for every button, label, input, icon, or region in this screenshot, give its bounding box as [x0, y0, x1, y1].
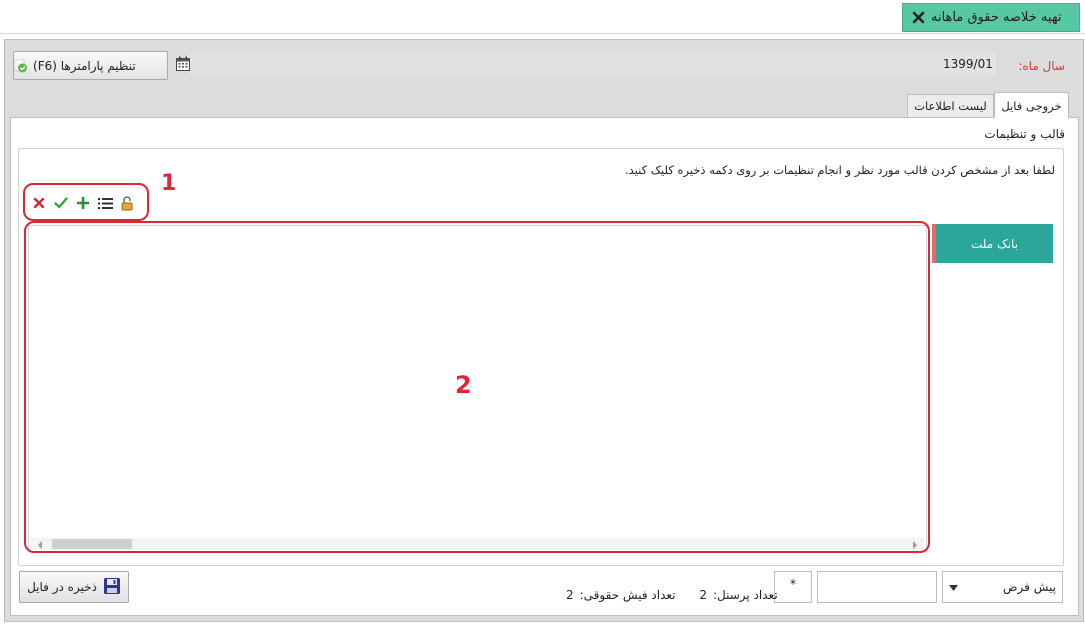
- settings-parameters-button[interactable]: تنظیم پارامترها (F6): [13, 51, 168, 80]
- tab-strip-divider: [0, 33, 1085, 34]
- format-select[interactable]: پیش فرض: [942, 571, 1063, 603]
- tab-file-output-label: خروجی فایل: [1001, 98, 1062, 113]
- tab-file-output[interactable]: خروجی فایل: [994, 92, 1069, 118]
- section-title: قالب و تنظیمات: [984, 127, 1065, 141]
- floppy-disk-icon: [103, 577, 121, 598]
- window-tab[interactable]: تهیه خلاصه حقوق ماهانه: [902, 3, 1080, 32]
- annotation-label-2: 2: [455, 371, 472, 399]
- personnel-count-label: تعداد پرسنل:: [712, 588, 778, 602]
- list-icon[interactable]: [97, 195, 113, 211]
- bank-name: بانک ملت: [970, 236, 1019, 251]
- settings-button-label: تنظیم پارامترها (F6): [33, 58, 136, 73]
- payslip-count-label: تعداد فیش حقوقی:: [579, 588, 676, 602]
- payslip-count: 2: [566, 588, 574, 602]
- check-icon[interactable]: [53, 195, 69, 211]
- personnel-count: 2: [699, 588, 707, 602]
- window-tab-title: تهیه خلاصه حقوق ماهانه: [931, 10, 1062, 25]
- close-icon[interactable]: [31, 195, 47, 211]
- instruction-text: لطفا بعد از مشخص کردن قالب مورد نظر و ان…: [625, 163, 1055, 177]
- close-icon[interactable]: [911, 11, 925, 25]
- tab-info-list-label: لیست اطلاعات: [914, 99, 987, 113]
- check-circle-icon: [13, 58, 28, 73]
- calendar-icon[interactable]: [175, 56, 191, 72]
- plus-icon[interactable]: [75, 195, 91, 211]
- text-field[interactable]: [817, 571, 937, 603]
- counts-summary: تعداد پرسنل: 2 تعداد فیش حقوقی: 2: [560, 588, 778, 602]
- save-button-label: ذخیره در فایل: [27, 580, 97, 594]
- format-select-value: پیش فرض: [1003, 580, 1056, 594]
- annotation-label-1: 1: [161, 171, 177, 196]
- year-month-value: 1399/01: [943, 57, 993, 71]
- save-to-file-button[interactable]: ذخیره در فایل: [19, 571, 129, 603]
- asterisk-field[interactable]: *: [774, 571, 812, 603]
- year-month-label: سال ماه:: [1018, 59, 1065, 73]
- lock-icon[interactable]: [119, 195, 135, 211]
- tab-info-list[interactable]: لیست اطلاعات: [907, 94, 994, 117]
- bank-list-item[interactable]: بانک ملت: [932, 224, 1053, 263]
- chevron-down-icon: [949, 580, 958, 594]
- year-month-field[interactable]: 1399/01: [190, 53, 996, 75]
- grid-highlight: [24, 221, 930, 553]
- asterisk-field-value: *: [790, 577, 796, 591]
